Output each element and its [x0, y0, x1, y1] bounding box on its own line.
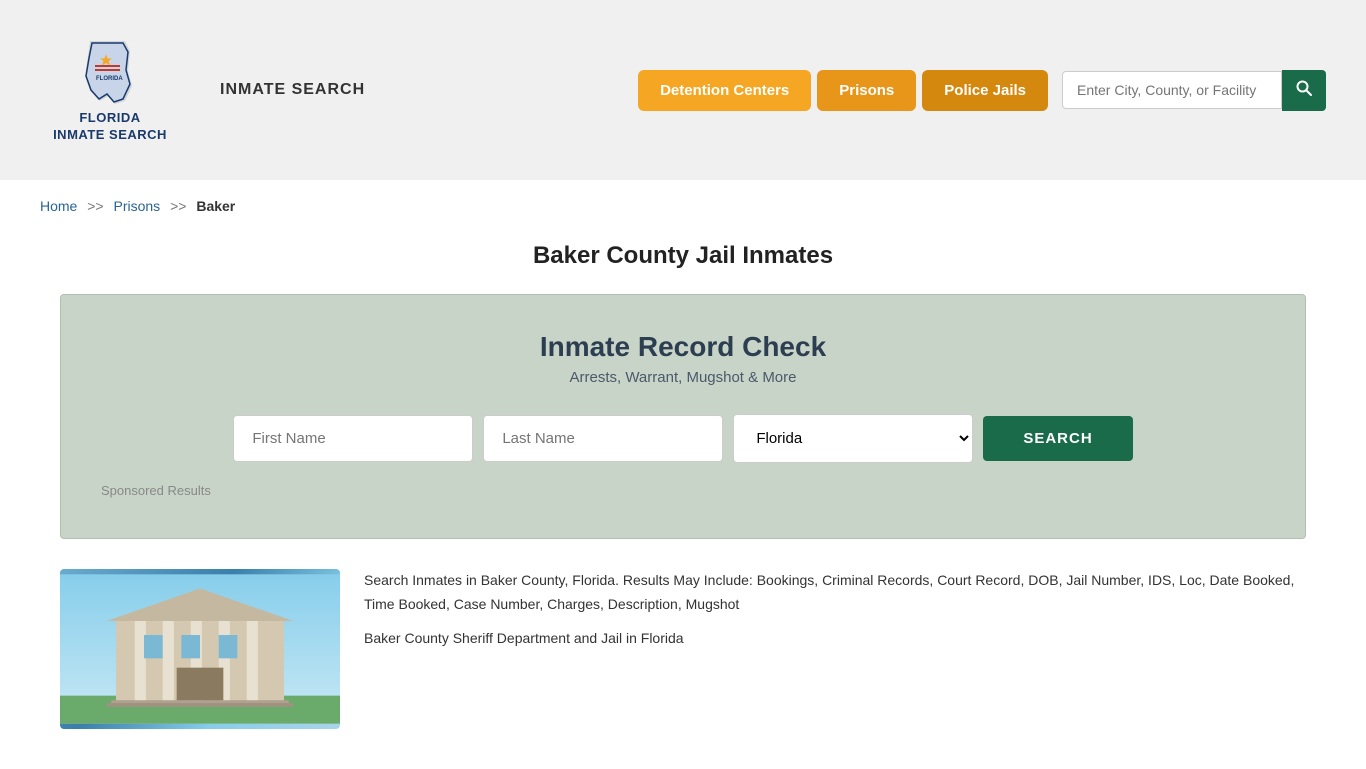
site-header: FLORIDA FLORIDAINMATE SEARCH INMATE SEAR… [0, 0, 1366, 180]
nav-buttons: Detention Centers Prisons Police Jails [638, 70, 1326, 111]
breadcrumb-separator-1: >> [87, 198, 103, 214]
breadcrumb-prisons[interactable]: Prisons [114, 198, 161, 214]
search-icon [1296, 80, 1312, 96]
last-name-input[interactable] [483, 415, 723, 462]
header-search-input[interactable] [1062, 71, 1282, 109]
breadcrumb: Home >> Prisons >> Baker [0, 180, 1366, 232]
record-check-form: Florida SEARCH [101, 414, 1265, 463]
police-jails-button[interactable]: Police Jails [922, 70, 1048, 111]
building-svg [60, 569, 340, 729]
building-image [60, 569, 340, 729]
prisons-button[interactable]: Prisons [817, 70, 916, 111]
logo-title: FLORIDAINMATE SEARCH [53, 110, 167, 144]
content-text: Search Inmates in Baker County, Florida.… [364, 569, 1306, 729]
first-name-input[interactable] [233, 415, 473, 462]
breadcrumb-separator-2: >> [170, 198, 186, 214]
record-check-box: Inmate Record Check Arrests, Warrant, Mu… [60, 294, 1306, 539]
header-search-button[interactable] [1282, 70, 1326, 111]
record-check-title: Inmate Record Check [101, 331, 1265, 363]
record-check-subtitle: Arrests, Warrant, Mugshot & More [101, 369, 1265, 386]
svg-text:FLORIDA: FLORIDA [96, 76, 123, 82]
florida-map-logo: FLORIDA [70, 36, 150, 106]
header-search-bar [1062, 70, 1326, 111]
record-search-button[interactable]: SEARCH [983, 416, 1132, 461]
content-paragraph-1: Search Inmates in Baker County, Florida.… [364, 569, 1306, 617]
content-paragraph-2: Baker County Sheriff Department and Jail… [364, 627, 1306, 651]
page-title: Baker County Jail Inmates [0, 242, 1366, 270]
state-select[interactable]: Florida [733, 414, 973, 463]
inmate-search-label: INMATE SEARCH [220, 81, 365, 99]
breadcrumb-home[interactable]: Home [40, 198, 77, 214]
breadcrumb-current: Baker [196, 198, 235, 214]
content-section: Search Inmates in Baker County, Florida.… [0, 569, 1366, 769]
detention-centers-button[interactable]: Detention Centers [638, 70, 811, 111]
logo-area: FLORIDA FLORIDAINMATE SEARCH [40, 36, 180, 144]
sponsored-results-label: Sponsored Results [101, 483, 1265, 498]
